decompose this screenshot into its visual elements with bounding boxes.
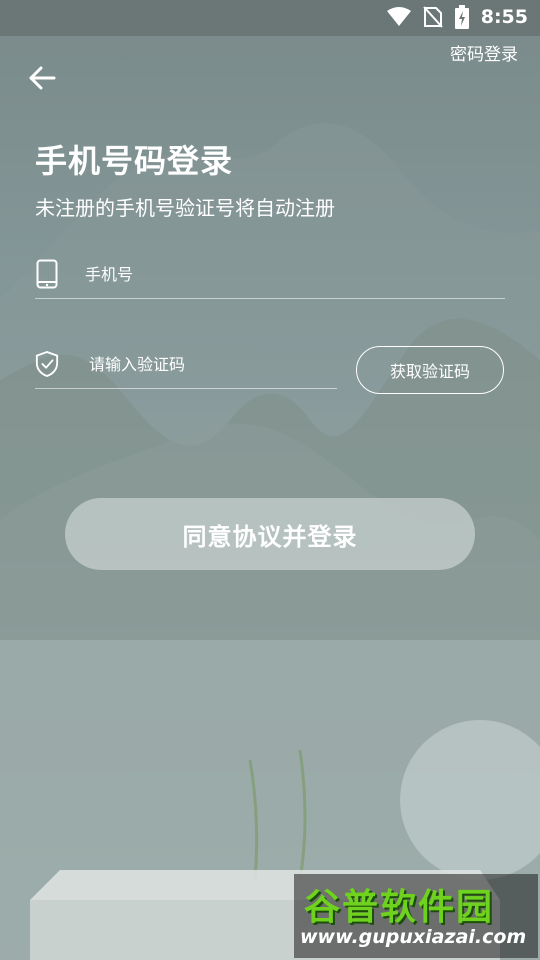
password-login-link[interactable]: 密码登录 — [450, 40, 518, 65]
shield-check-icon — [35, 349, 59, 379]
status-bar: 8:55 — [0, 0, 540, 36]
watermark-logo: 谷普软件园 www.gupuxiazai.com — [294, 874, 538, 958]
phone-field-row — [35, 250, 505, 299]
verification-code-input[interactable] — [87, 353, 311, 375]
watermark-title: 谷普软件园 — [304, 887, 495, 928]
no-sim-icon — [422, 6, 443, 28]
battery-charging-icon — [454, 5, 469, 29]
code-field-row — [35, 340, 337, 389]
page-title: 手机号码登录 — [35, 142, 234, 180]
agree-and-login-button[interactable]: 同意协议并登录 — [65, 498, 475, 570]
page-subtitle: 未注册的手机号验证号将自动注册 — [35, 196, 335, 220]
status-time: 8:55 — [480, 6, 528, 28]
wifi-icon — [386, 7, 411, 26]
get-code-button[interactable]: 获取验证码 — [356, 346, 504, 394]
phone-icon — [35, 259, 59, 289]
watermark-url: www.gupuxiazai.com — [300, 926, 527, 948]
back-arrow-icon[interactable] — [28, 64, 56, 92]
phone-input[interactable] — [83, 263, 387, 285]
